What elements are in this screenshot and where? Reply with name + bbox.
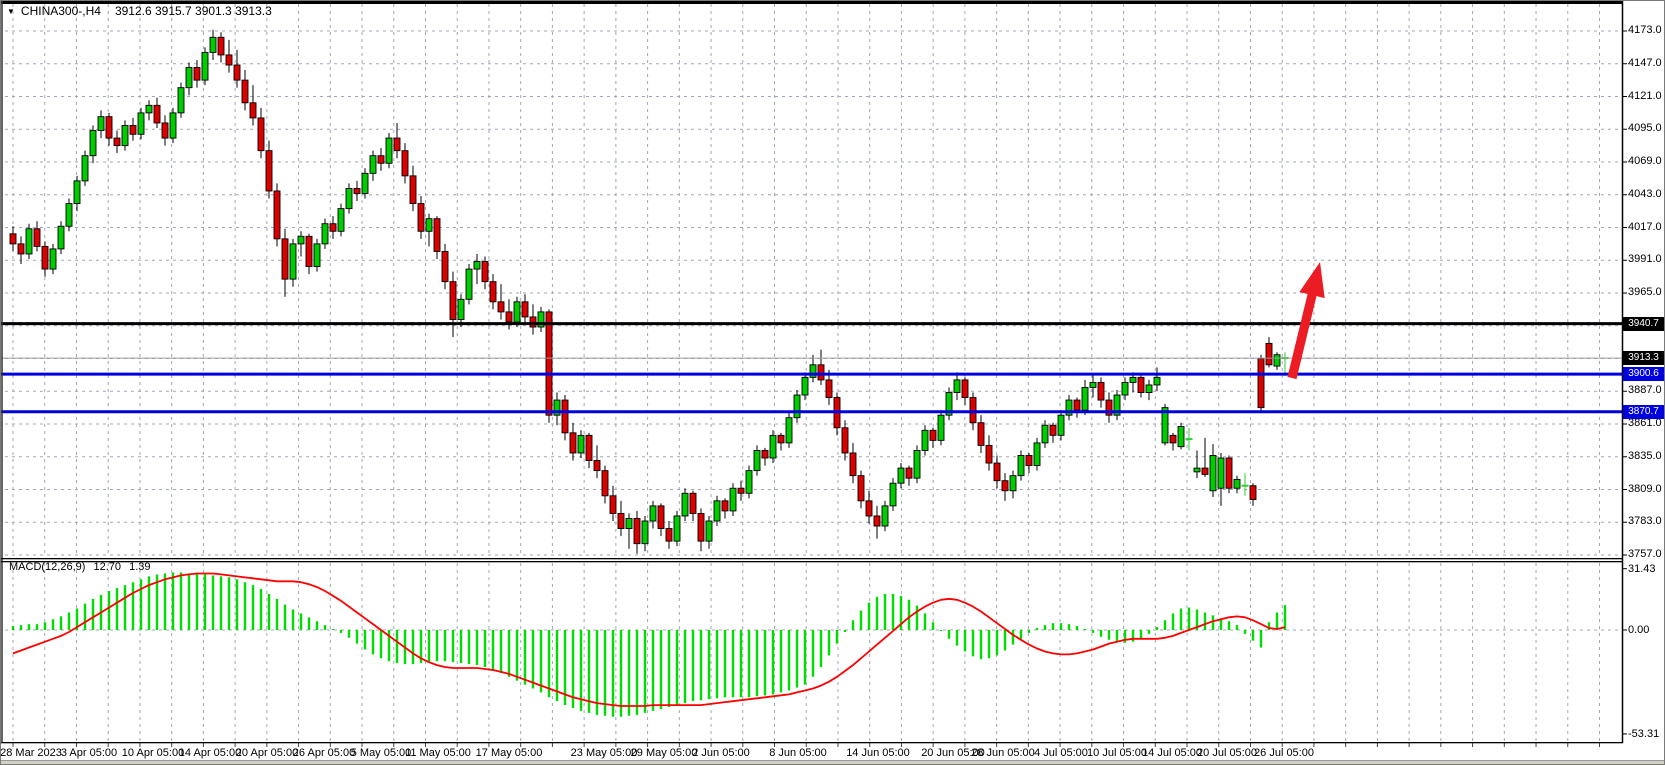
date-tick-label: 14 Jun 05:00: [846, 747, 910, 759]
price-tick-label: 3809.0: [1628, 483, 1662, 495]
bottom-scroll-strip[interactable]: [1, 760, 1665, 765]
date-tick-label: 20 Jul 05:00: [1197, 747, 1257, 759]
macd-main-value: 12.70: [93, 561, 121, 573]
macd-indicator-label: MACD(12,26,9) 12.70 1.39: [9, 561, 156, 573]
price-tick-label: 3991.0: [1628, 253, 1662, 265]
price-tick-label: 3861.0: [1628, 417, 1662, 429]
date-tick-label: 28 Jun 05:00: [971, 747, 1035, 759]
date-tick-label: 17 May 05:00: [476, 747, 543, 759]
symbol-dropdown-icon[interactable]: ▼: [7, 7, 15, 16]
price-line-badge[interactable]: 3900.6: [1623, 367, 1664, 381]
macd-tick-label: 31.43: [1628, 563, 1656, 575]
price-tick-label: 3887.0: [1628, 384, 1662, 396]
date-tick-label: 29 May 05:00: [631, 747, 698, 759]
price-line-badge[interactable]: 3870.7: [1623, 405, 1664, 419]
date-tick-label: 3 Apr 05:00: [61, 747, 117, 759]
date-tick-label: 10 Apr 05:00: [122, 747, 184, 759]
macd-tick-label: -53.31: [1628, 728, 1659, 740]
price-tick-label: 4017.0: [1628, 221, 1662, 233]
date-tick-label: 2 Jun 05:00: [692, 747, 750, 759]
price-tick-label: 4121.0: [1628, 90, 1662, 102]
date-tick-label: 5 May 05:00: [351, 747, 412, 759]
price-tick-label: 4043.0: [1628, 188, 1662, 200]
date-tick-label: 10 Jul 05:00: [1087, 747, 1147, 759]
price-tick-label: 4147.0: [1628, 57, 1662, 69]
date-tick-label: 20 Apr 05:00: [236, 747, 298, 759]
price-tick-label: 3835.0: [1628, 450, 1662, 462]
price-tick-label: 4095.0: [1628, 122, 1662, 134]
date-tick-label: 28 Mar 2023: [0, 747, 62, 759]
date-tick-label: 14 Apr 05:00: [179, 747, 241, 759]
price-line-badge[interactable]: 3913.3: [1623, 351, 1664, 365]
price-tick-label: 3757.0: [1628, 548, 1662, 560]
chart-window: ▼ CHINA300-,H4 3912.6 3915.7 3901.3 3913…: [0, 0, 1665, 765]
date-tick-label: 26 Apr 05:00: [293, 747, 355, 759]
symbol-period-label: CHINA300-,H4: [21, 4, 101, 18]
price-line-badge[interactable]: 3940.7: [1623, 317, 1664, 331]
price-tick-label: 4069.0: [1628, 155, 1662, 167]
price-tick-label: 3783.0: [1628, 515, 1662, 527]
macd-signal-value: 1.39: [129, 561, 150, 573]
date-tick-label: 11 May 05:00: [405, 747, 471, 759]
date-tick-label: 8 Jun 05:00: [769, 747, 827, 759]
ohlc-readout: 3912.6 3915.7 3901.3 3913.3: [115, 4, 272, 18]
macd-name: MACD(12,26,9): [9, 561, 85, 573]
date-tick-label: 14 Jul 05:00: [1142, 747, 1202, 759]
date-tick-label: 4 Jul 05:00: [1034, 747, 1088, 759]
macd-tick-label: 0.00: [1628, 624, 1649, 636]
chart-title: ▼ CHINA300-,H4 3912.6 3915.7 3901.3 3913…: [7, 4, 272, 18]
chart-canvas[interactable]: [1, 1, 1665, 765]
price-tick-label: 3965.0: [1628, 286, 1662, 298]
price-tick-label: 4173.0: [1628, 24, 1662, 36]
date-tick-label: 23 May 05:00: [571, 747, 638, 759]
date-tick-label: 26 Jul 05:00: [1254, 747, 1314, 759]
